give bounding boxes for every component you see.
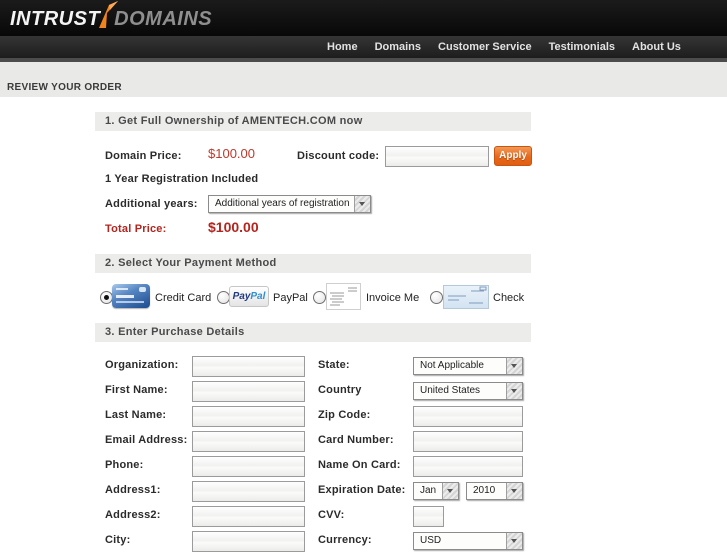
country-label: Country bbox=[318, 384, 362, 396]
address2-input[interactable] bbox=[192, 506, 305, 527]
total-price-label: Total Price: bbox=[105, 223, 167, 235]
logo[interactable]: INTRUST DOMAINS bbox=[10, 5, 212, 33]
payment-option-credit-card-label: Credit Card bbox=[155, 292, 211, 304]
dropdown-arrow-icon bbox=[506, 383, 522, 399]
nav-item-testimonials[interactable]: Testimonials bbox=[549, 41, 615, 53]
zip-code-input[interactable] bbox=[413, 406, 523, 427]
dropdown-arrow-icon bbox=[442, 483, 458, 499]
nav-item-domains[interactable]: Domains bbox=[375, 41, 421, 53]
domain-price-value: $100.00 bbox=[208, 146, 255, 161]
nav-item-customer-service[interactable]: Customer Service bbox=[438, 41, 532, 53]
email-address-label: Email Address: bbox=[105, 434, 187, 446]
dropdown-arrow-icon bbox=[354, 196, 370, 212]
cvv-input[interactable] bbox=[413, 506, 444, 527]
city-label: City: bbox=[105, 534, 130, 546]
total-price-value: $100.00 bbox=[208, 219, 259, 235]
state-label: State: bbox=[318, 359, 350, 371]
address2-label: Address2: bbox=[105, 509, 161, 521]
currency-label: Currency: bbox=[318, 534, 372, 546]
discount-code-label: Discount code: bbox=[297, 150, 379, 162]
email-address-input[interactable] bbox=[192, 431, 305, 452]
logo-arrow-icon bbox=[98, 1, 118, 29]
currency-selected-value: USD bbox=[420, 535, 504, 546]
paypal-logo-pay: Pay bbox=[233, 291, 251, 302]
registration-note: 1 Year Registration Included bbox=[105, 173, 258, 185]
state-select[interactable]: Not Applicable bbox=[413, 357, 523, 375]
paypal-icon: PayPal bbox=[229, 286, 269, 307]
additional-years-select[interactable]: Additional years of registration bbox=[208, 195, 371, 213]
dropdown-arrow-icon bbox=[506, 358, 522, 374]
invoice-icon bbox=[326, 283, 361, 310]
currency-select[interactable]: USD bbox=[413, 532, 523, 550]
country-selected-value: United States bbox=[420, 385, 504, 396]
dropdown-arrow-icon bbox=[506, 483, 522, 499]
nav-item-about-us[interactable]: About Us bbox=[632, 41, 681, 53]
section-title-ownership: 1. Get Full Ownership of AMENTECH.COM no… bbox=[95, 112, 531, 131]
organization-input[interactable] bbox=[192, 356, 305, 377]
cvv-label: CVV: bbox=[318, 509, 344, 521]
address1-label: Address1: bbox=[105, 484, 161, 496]
expiration-month-value: Jan bbox=[420, 485, 440, 496]
name-on-card-input[interactable] bbox=[413, 456, 523, 477]
payment-option-paypal-label: PayPal bbox=[273, 292, 308, 304]
additional-years-label: Additional years: bbox=[105, 198, 198, 210]
card-number-label: Card Number: bbox=[318, 434, 394, 446]
page-title: REVIEW YOUR ORDER bbox=[7, 82, 122, 93]
main-nav: Home Domains Customer Service Testimonia… bbox=[327, 36, 681, 58]
last-name-label: Last Name: bbox=[105, 409, 166, 421]
apply-button[interactable]: Apply bbox=[494, 146, 532, 166]
payment-radio[interactable] bbox=[430, 291, 443, 304]
dropdown-arrow-icon bbox=[506, 533, 522, 549]
name-on-card-label: Name On Card: bbox=[318, 459, 401, 471]
first-name-input[interactable] bbox=[192, 381, 305, 402]
additional-years-selected-value: Additional years of registration bbox=[215, 198, 352, 209]
address1-input[interactable] bbox=[192, 481, 305, 502]
logo-text-intrust: INTRUST bbox=[10, 8, 100, 31]
discount-code-input[interactable] bbox=[385, 146, 489, 167]
expiration-year-value: 2010 bbox=[473, 485, 504, 496]
payment-option-check-label: Check bbox=[493, 292, 524, 304]
phone-input[interactable] bbox=[192, 456, 305, 477]
organization-label: Organization: bbox=[105, 359, 179, 371]
payment-radio[interactable] bbox=[313, 291, 326, 304]
expiration-year-select[interactable]: 2010 bbox=[466, 482, 523, 500]
country-select[interactable]: United States bbox=[413, 382, 523, 400]
credit-card-icon bbox=[112, 284, 150, 308]
card-number-input[interactable] bbox=[413, 431, 523, 452]
review-band: REVIEW YOUR ORDER bbox=[0, 62, 727, 97]
section-title-purchase-details: 3. Enter Purchase Details bbox=[95, 323, 531, 342]
logo-text-domains: DOMAINS bbox=[114, 8, 212, 31]
section-title-payment: 2. Select Your Payment Method bbox=[95, 254, 531, 273]
check-icon bbox=[443, 285, 489, 309]
city-input[interactable] bbox=[192, 531, 305, 552]
payment-option-invoice-label: Invoice Me bbox=[366, 292, 419, 304]
phone-label: Phone: bbox=[105, 459, 143, 471]
zip-code-label: Zip Code: bbox=[318, 409, 371, 421]
last-name-input[interactable] bbox=[192, 406, 305, 427]
expiration-date-label: Expiration Date: bbox=[318, 484, 406, 496]
paypal-logo-pal: Pal bbox=[250, 291, 265, 302]
first-name-label: First Name: bbox=[105, 384, 168, 396]
state-selected-value: Not Applicable bbox=[420, 360, 504, 371]
nav-item-home[interactable]: Home bbox=[327, 41, 358, 53]
expiration-month-select[interactable]: Jan bbox=[413, 482, 459, 500]
domain-price-label: Domain Price: bbox=[105, 150, 182, 162]
